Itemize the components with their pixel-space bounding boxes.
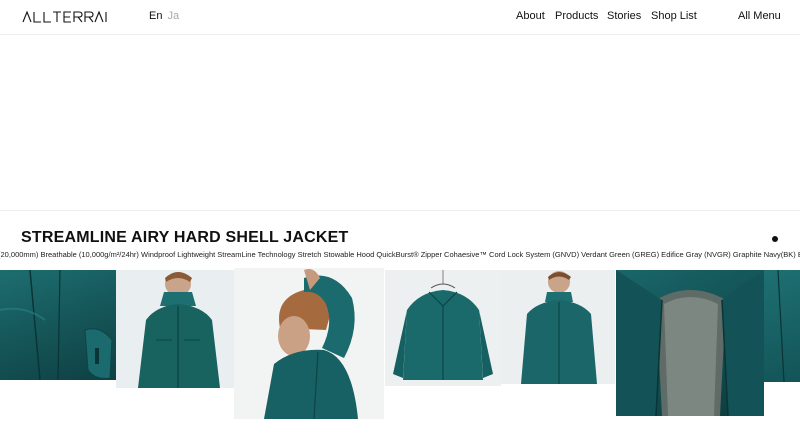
model-hood-profile-photo[interactable] [234,268,384,419]
carousel-indicator-dot[interactable] [772,236,778,242]
site-header: En Ja About Products Stories Shop List A… [0,0,800,35]
features-ticker: (20,000mm) Breathable (10,000g/m²/24hr) … [0,250,800,262]
language-switcher: En Ja [149,10,179,22]
section-divider [0,210,800,211]
nav-products-link[interactable]: Products [555,10,598,22]
jacket-inner-lining-detail-photo[interactable] [616,270,764,416]
nav-stories-link[interactable]: Stories [607,10,641,22]
all-menu-button[interactable]: All Menu [738,10,781,22]
brand-logo[interactable] [22,11,108,23]
lang-ja-link[interactable]: Ja [168,10,180,22]
lang-en-link[interactable]: En [149,10,162,22]
jacket-front-detail-photo[interactable] [0,270,116,380]
features-ticker-text: (20,000mm) Breathable (10,000g/m²/24hr) … [0,250,800,259]
model-full-front-photo[interactable] [501,270,615,384]
product-title[interactable]: STREAMLINE AIRY HARD SHELL JACKET [21,229,349,247]
jacket-on-hanger-photo[interactable] [385,270,501,386]
nav-shop-list-link[interactable]: Shop List [651,10,697,22]
nav-about-link[interactable]: About [516,10,545,22]
jacket-edge-detail-photo[interactable] [764,270,800,382]
model-front-photo[interactable] [116,270,234,388]
